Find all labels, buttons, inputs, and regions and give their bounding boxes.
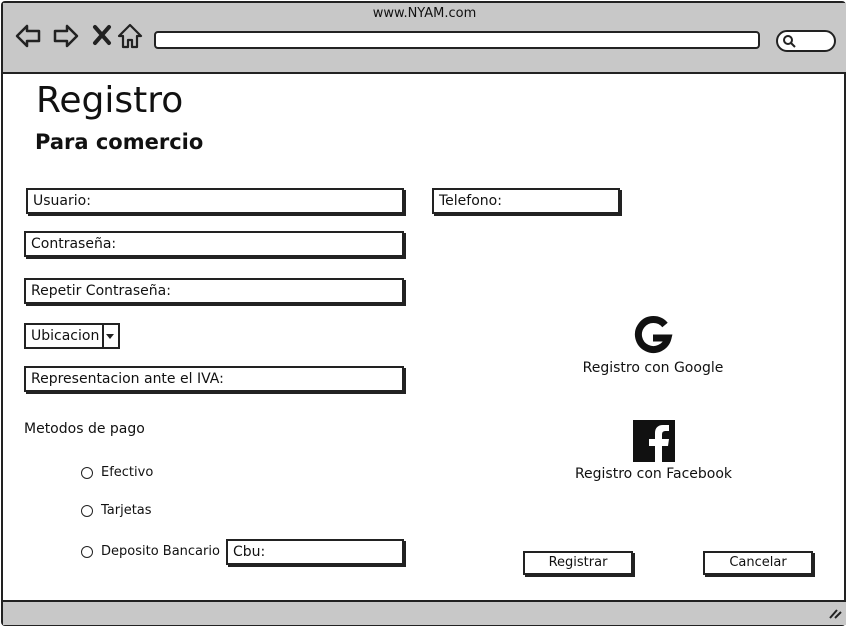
facebook-signup[interactable]: Registro con Facebook: [566, 420, 741, 482]
window-title: www.NYAM.com: [372, 6, 477, 21]
radio-label: Efectivo: [101, 465, 154, 480]
resize-grip-icon[interactable]: [828, 607, 842, 619]
cbu-field[interactable]: Cbu:: [226, 539, 404, 565]
forward-icon[interactable]: [52, 22, 80, 50]
iva-field[interactable]: Representacion ante el IVA:: [24, 366, 404, 392]
home-icon[interactable]: [116, 22, 144, 50]
page-subtitle: Para comercio: [35, 130, 204, 154]
facebook-icon: [632, 420, 675, 462]
ubicacion-select-value: Ubicacion: [31, 328, 100, 344]
radio-tarjetas[interactable]: Tarjetas: [81, 503, 152, 518]
chevron-down-icon[interactable]: [102, 325, 118, 347]
close-icon[interactable]: [90, 22, 118, 50]
usuario-field[interactable]: Usuario:: [26, 188, 404, 214]
radio-icon[interactable]: [81, 504, 93, 517]
search-field[interactable]: [776, 30, 836, 52]
radio-label: Tarjetas: [101, 503, 152, 518]
google-icon: [634, 316, 673, 353]
radio-label: Deposito Bancario: [101, 544, 220, 559]
radio-icon[interactable]: [81, 545, 93, 558]
payment-heading: Metodos de pago: [24, 421, 145, 437]
register-button[interactable]: Registrar: [523, 551, 633, 575]
back-icon[interactable]: [14, 22, 42, 50]
address-bar[interactable]: [154, 31, 760, 49]
cancel-button[interactable]: Cancelar: [703, 551, 813, 575]
status-bar: [3, 600, 846, 625]
telefono-field[interactable]: Telefono:: [432, 188, 620, 214]
google-signup[interactable]: Registro con Google: [573, 314, 733, 376]
ubicacion-select[interactable]: Ubicacion: [24, 323, 120, 349]
contrasena-field[interactable]: Contraseña:: [24, 231, 404, 257]
radio-icon[interactable]: [81, 466, 93, 479]
radio-efectivo[interactable]: Efectivo: [81, 465, 153, 480]
search-icon: [783, 35, 796, 48]
page-title: Registro: [36, 80, 184, 121]
google-signup-label: Registro con Google: [582, 360, 724, 376]
repetir-contrasena-field[interactable]: Repetir Contraseña:: [24, 278, 404, 304]
radio-deposito[interactable]: Deposito Bancario: [81, 544, 220, 559]
facebook-signup-label: Registro con Facebook: [574, 466, 733, 482]
